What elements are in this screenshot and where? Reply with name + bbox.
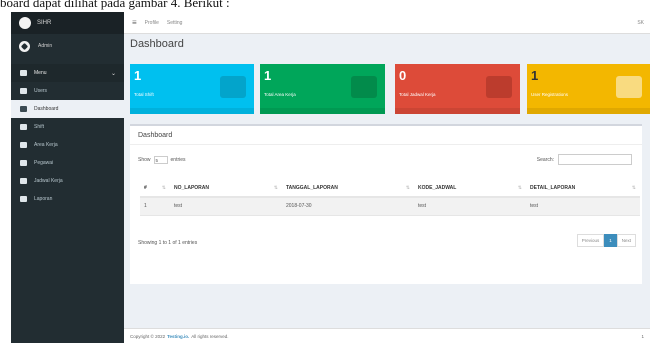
menu-icon — [20, 70, 27, 76]
user-panel: Admin — [11, 34, 124, 58]
stat-label: Total Area Kerja — [264, 92, 296, 97]
brand[interactable]: SIHR — [11, 12, 124, 34]
sidebar-menu-header[interactable]: Menu ⌄ — [11, 64, 124, 82]
table-info: Showing 1 to 1 of 1 entries — [138, 240, 198, 246]
page-button-1[interactable]: 1 — [604, 234, 617, 247]
column-header-kode-jadwal[interactable]: KODE_JADWAL ⇅ — [414, 180, 526, 198]
stat-card-shift[interactable]: 1 Total Shift — [130, 64, 254, 114]
sidebar-header-label: Menu — [34, 70, 47, 76]
sidebar-item-laporan[interactable]: Laporan — [11, 190, 124, 208]
card-footer — [130, 108, 254, 114]
sidebar-item-label: Area Kerja — [34, 142, 58, 148]
footer-rights: All rights reserved. — [191, 333, 229, 339]
next-button[interactable]: Next — [616, 234, 636, 247]
pagination: Previous 1 Next — [576, 234, 636, 247]
users-icon — [351, 76, 377, 98]
stat-value: 1 — [134, 68, 142, 83]
divider — [130, 144, 642, 145]
sidebar-item-shift[interactable]: Shift — [11, 118, 124, 136]
calendar-icon — [220, 76, 246, 98]
cell-detail-laporan: test — [526, 197, 640, 216]
sidebar-item-jadwal-kerja[interactable]: Jadwal Kerja — [11, 172, 124, 190]
sort-icon: ⇅ — [517, 185, 522, 191]
entries-length: Show 5 entries — [138, 156, 186, 164]
card-footer — [260, 108, 385, 114]
stat-card-area-kerja[interactable]: 1 Total Area Kerja — [260, 64, 385, 114]
sidebar-item-label: Jadwal Kerja — [34, 178, 63, 184]
topbar-user-menu[interactable]: SK — [637, 20, 644, 26]
entries-select[interactable]: 5 — [153, 156, 168, 164]
footer-brand-link[interactable]: Testing.io. — [167, 334, 189, 339]
person-icon — [20, 160, 27, 166]
stat-card-jadwal-kerja[interactable]: 0 Total Jadwal Kerja — [395, 64, 520, 114]
topbar-link-setting[interactable]: Setting — [167, 20, 183, 26]
previous-button[interactable]: Previous — [576, 234, 605, 247]
calendar-icon — [20, 124, 27, 130]
book-icon — [20, 196, 27, 202]
footer-copyright: Copyright © 2022 — [130, 333, 166, 339]
table-header-row: # ⇅ NO_LAPORAN ⇅ TANGGAL_LAPORAN ⇅ KODE_JAD… — [140, 180, 640, 198]
laporan-table: # ⇅ NO_LAPORAN ⇅ TANGGAL_LAPORAN ⇅ KODE_JAD… — [140, 180, 640, 216]
cell-kode-jadwal: test — [414, 197, 526, 216]
entries-label: entries — [170, 157, 186, 163]
column-header-no-laporan[interactable]: NO_LAPORAN ⇅ — [170, 180, 282, 198]
cell-tanggal-laporan: 2018-07-30 — [282, 197, 414, 216]
sidebar-item-users[interactable]: Users — [11, 82, 124, 100]
stat-label: User Registrations — [531, 92, 569, 97]
stat-card-user-registrations[interactable]: 1 User Registrations — [527, 64, 650, 114]
chart-icon — [20, 106, 27, 112]
cell-number: 1 — [140, 197, 170, 216]
table-row[interactable]: 1 test 2018-07-30 test test — [140, 197, 640, 216]
sidebar-item-label: Dashboard — [34, 106, 59, 112]
column-header-detail-laporan[interactable]: DETAIL_LAPORAN ⇅ — [526, 180, 640, 198]
logo-icon — [19, 17, 31, 29]
chevron-down-icon: ⌄ — [110, 70, 116, 77]
sort-icon: ⇅ — [161, 185, 166, 191]
topbar: ≡ Profile Setting SK — [124, 12, 650, 34]
card-footer — [527, 108, 650, 114]
card-footer — [395, 108, 520, 114]
footer: Copyright © 2022 Testing.io. All rights … — [124, 328, 650, 343]
sidebar-item-dashboard[interactable]: Dashboard — [11, 100, 124, 118]
column-header-tanggal-laporan[interactable]: TANGGAL_LAPORAN ⇅ — [282, 180, 414, 198]
stat-value: 0 — [399, 68, 407, 83]
dashboard-panel: Dashboard Show 5 entries Search: # ⇅ NO_L… — [130, 124, 642, 284]
stat-value: 1 — [531, 68, 539, 83]
sidebar: SIHR Admin Menu ⌄ Users Dashboard Shift … — [11, 12, 124, 343]
main-content: Dashboard 1 Total Shift 1 Total Area Ker… — [124, 34, 650, 328]
user-icon — [20, 88, 27, 94]
hamburger-icon[interactable]: ≡ — [132, 18, 137, 27]
topbar-link-profile[interactable]: Profile — [145, 20, 159, 26]
stat-value: 1 — [264, 68, 272, 83]
avatar — [19, 40, 30, 52]
sidebar-item-label: Users — [34, 88, 48, 94]
sidebar-item-label: Pegawai — [34, 160, 54, 166]
search-input[interactable] — [558, 154, 632, 165]
sidebar-item-label: Laporan — [34, 196, 53, 202]
users-icon — [20, 142, 27, 148]
search-label: Search: — [536, 156, 554, 163]
brand-title: SIHR — [37, 20, 52, 26]
sidebar-item-area-kerja[interactable]: Area Kerja — [11, 136, 124, 154]
user-name: Admin — [38, 43, 53, 49]
users-icon — [20, 178, 27, 184]
show-label: Show — [138, 157, 151, 163]
footer-version: 1 — [641, 333, 644, 339]
sort-icon: ⇅ — [273, 185, 278, 191]
stat-label: Total Jadwal Kerja — [399, 92, 436, 97]
panel-title: Dashboard — [138, 132, 173, 139]
column-header-number[interactable]: # ⇅ — [140, 180, 170, 198]
sort-icon: ⇅ — [631, 185, 636, 191]
cell-no-laporan: test — [170, 197, 282, 216]
sidebar-item-pegawai[interactable]: Pegawai — [11, 154, 124, 172]
sidebar-item-label: Shift — [34, 124, 45, 130]
user-add-icon — [616, 76, 642, 98]
sort-icon: ⇅ — [405, 185, 410, 191]
page-title: Dashboard — [130, 38, 184, 50]
stat-label: Total Shift — [134, 92, 154, 97]
document-caption: board dapat dilihat pada gambar 4. Berik… — [0, 0, 650, 12]
users-icon — [486, 76, 512, 98]
table-search: Search: — [537, 154, 632, 165]
